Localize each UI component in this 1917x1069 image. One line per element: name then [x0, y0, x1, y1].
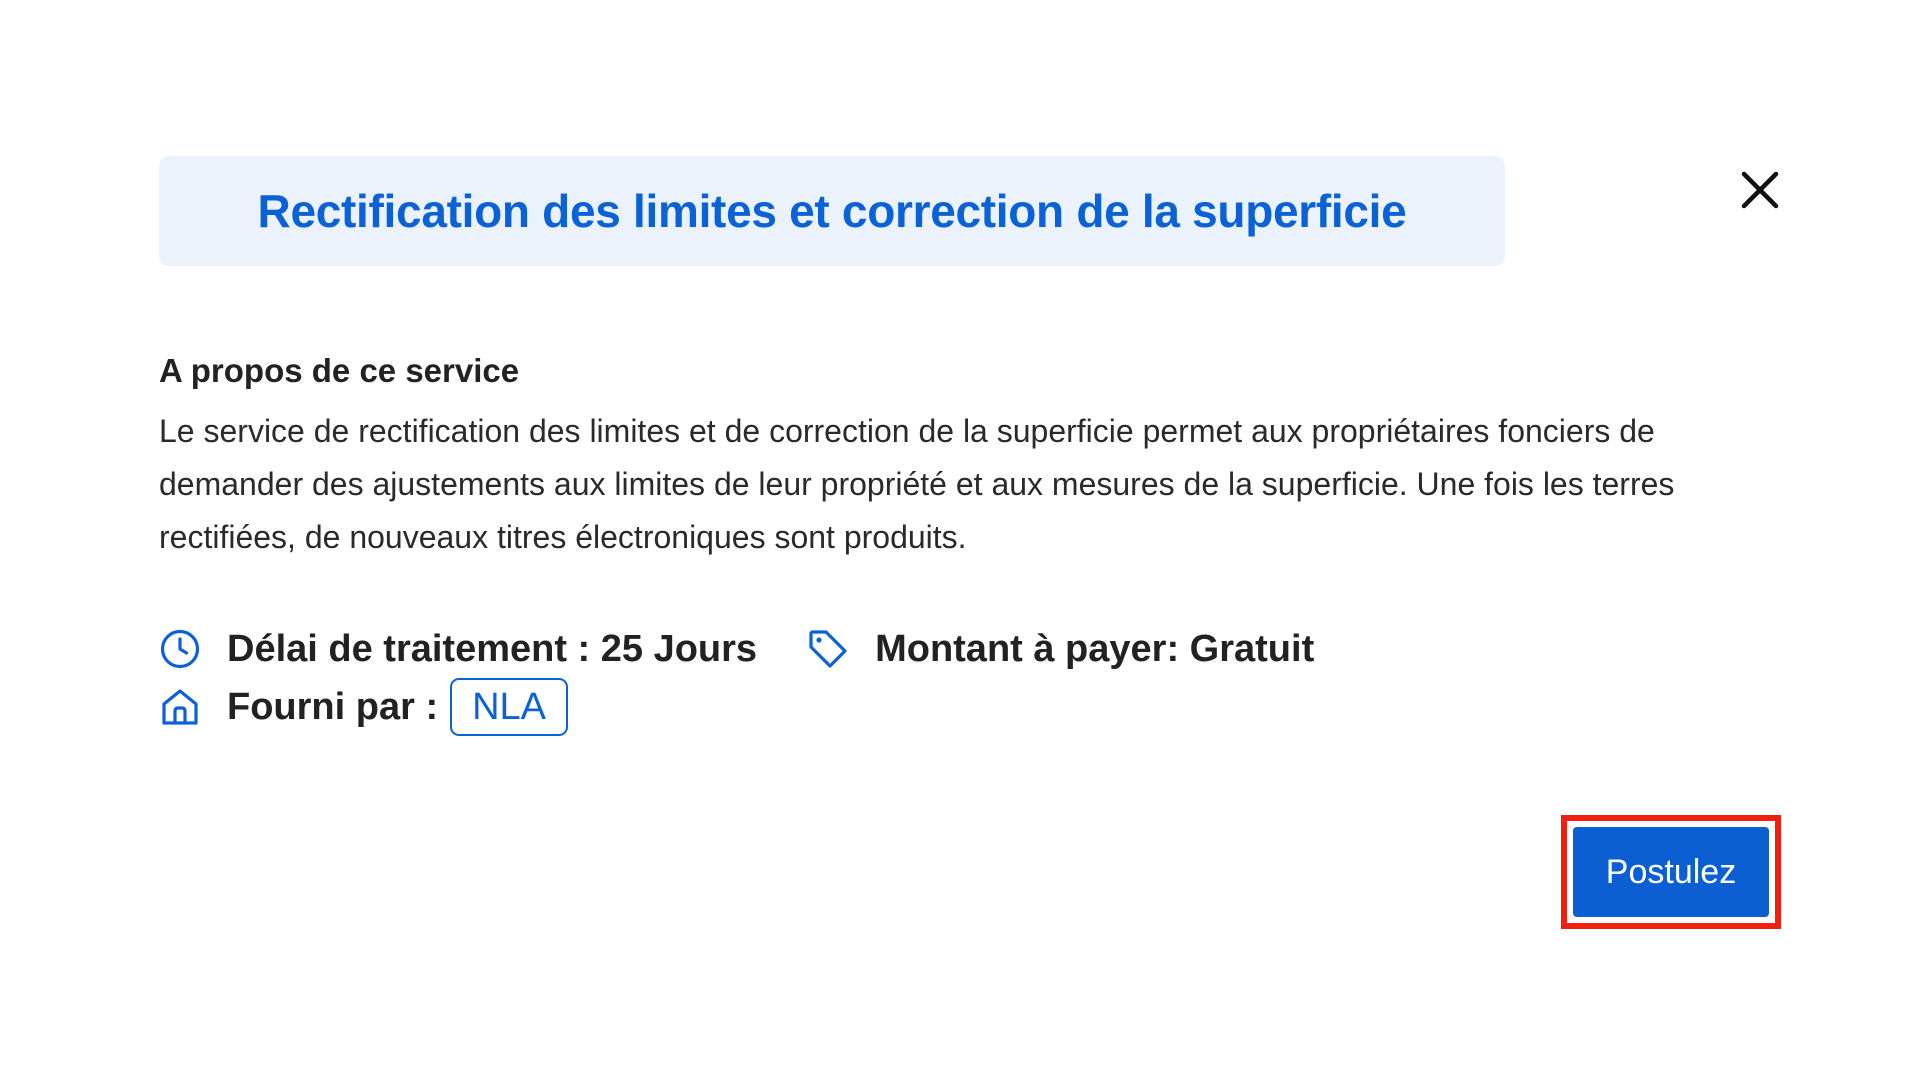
meta-row-2: Fourni par : NLA — [159, 678, 1314, 736]
clock-icon — [159, 628, 201, 670]
tag-icon — [807, 628, 849, 670]
apply-button[interactable]: Postulez — [1573, 827, 1769, 917]
service-meta: Délai de traitement : 25 Jours Montant à… — [159, 620, 1314, 736]
processing-time: Délai de traitement : 25 Jours — [159, 628, 757, 671]
about-description: Le service de rectification des limites … — [159, 413, 1675, 555]
meta-row-1: Délai de traitement : 25 Jours Montant à… — [159, 620, 1314, 678]
modal-title: Rectification des limites et correction … — [257, 185, 1407, 237]
about-heading: A propos de ce service — [159, 352, 520, 389]
service-modal: Rectification des limites et correction … — [0, 0, 1917, 1069]
close-icon — [1741, 171, 1779, 209]
home-icon — [159, 686, 201, 728]
provider-badge[interactable]: NLA — [450, 678, 569, 736]
provided-by: Fourni par : NLA — [159, 678, 569, 736]
title-banner: Rectification des limites et correction … — [159, 156, 1505, 266]
amount-text: Montant à payer: Gratuit — [875, 627, 1315, 670]
apply-highlight: Postulez — [1561, 815, 1781, 929]
provided-by-label: Fourni par : — [227, 685, 439, 728]
amount: Montant à payer: Gratuit — [807, 628, 1314, 671]
about-section: A propos de ce service Le service de rec… — [159, 345, 1799, 564]
close-button[interactable] — [1736, 166, 1784, 214]
processing-time-text: Délai de traitement : 25 Jours — [227, 627, 758, 670]
